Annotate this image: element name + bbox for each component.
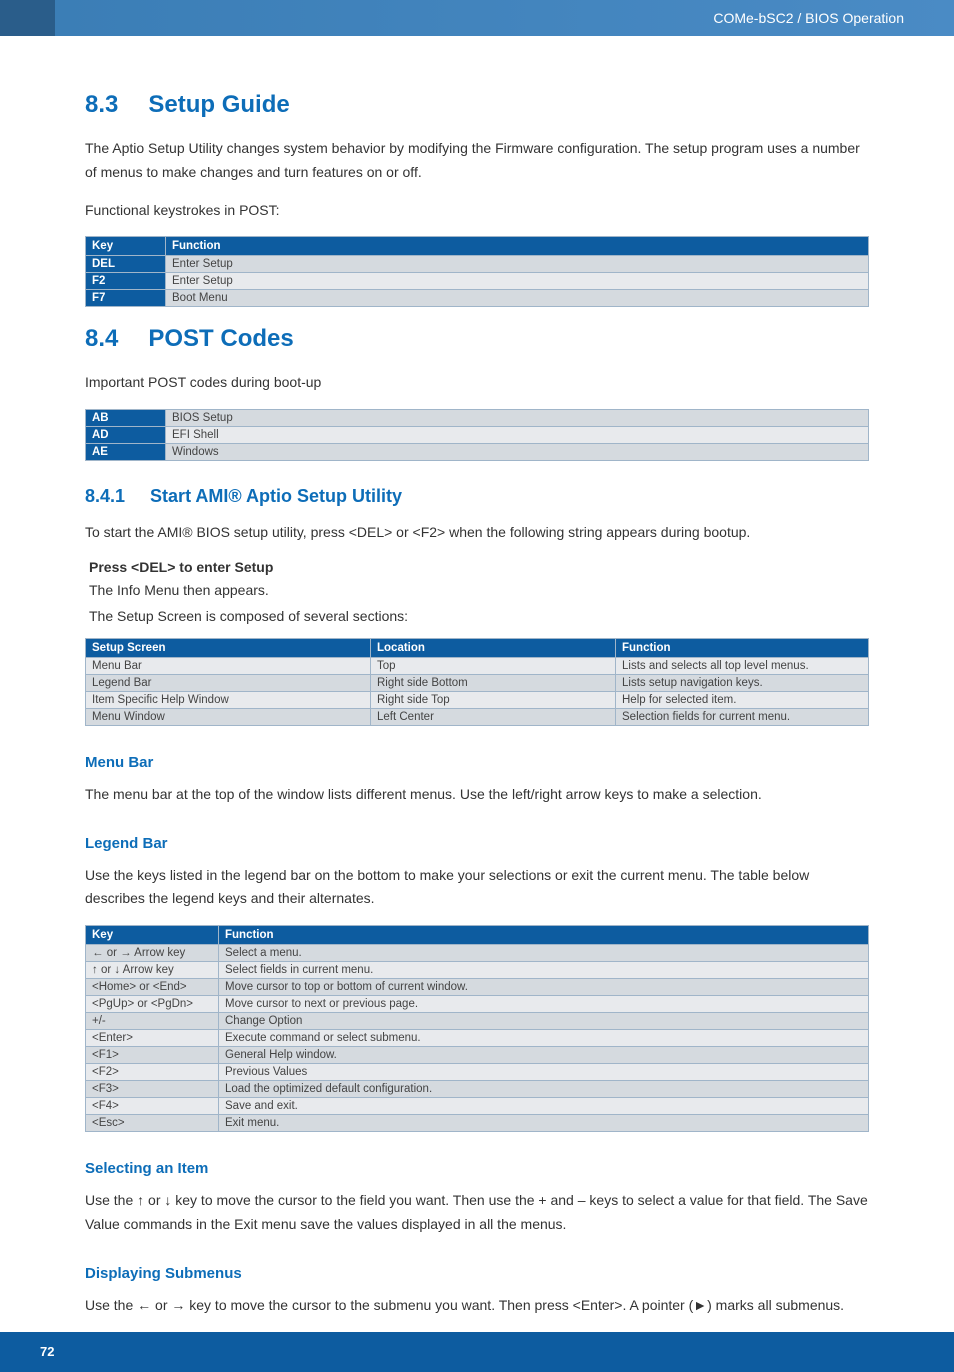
heading-8-3: 8.3 Setup Guide (85, 91, 869, 119)
td: Change Option (219, 1013, 869, 1030)
table-keystrokes: Key Function DELEnter Setup F2Enter Setu… (85, 236, 869, 307)
heading-num: 8.3 (85, 91, 118, 119)
td: Enter Setup (166, 273, 869, 290)
td: Lists and selects all top level menus. (616, 657, 869, 674)
para: Use the ↑ or ↓ key to move the cursor to… (85, 1189, 869, 1237)
th: Location (371, 638, 616, 657)
text: The Setup Screen is composed of several … (89, 605, 869, 627)
heading-num: 8.4 (85, 325, 118, 353)
footer-bar: 72 (0, 1332, 954, 1372)
td: Right side Top (371, 691, 616, 708)
td: Lists setup navigation keys. (616, 674, 869, 691)
para: Important POST codes during boot-up (85, 371, 869, 395)
page-number: 72 (40, 1344, 54, 1359)
td: Menu Bar (86, 657, 371, 674)
td: Load the optimized default configuration… (219, 1081, 869, 1098)
th: Function (166, 237, 869, 256)
td: Legend Bar (86, 674, 371, 691)
td: Selection fields for current menu. (616, 708, 869, 725)
heading-displaying-submenus: Displaying Submenus (85, 1265, 869, 1282)
para: The menu bar at the top of the window li… (85, 783, 869, 807)
td: Enter Setup (166, 256, 869, 273)
td: Top (371, 657, 616, 674)
td: ← or → Arrow key (86, 945, 219, 962)
heading-title: Start AMI® Aptio Setup Utility (150, 486, 402, 506)
td: F7 (86, 290, 166, 307)
para: Functional keystrokes in POST: (85, 199, 869, 223)
heading-title: POST Codes (148, 325, 293, 352)
td: Menu Window (86, 708, 371, 725)
th: Key (86, 237, 166, 256)
heading-menu-bar: Menu Bar (85, 754, 869, 771)
heading-8-4-1: 8.4.1 Start AMI® Aptio Setup Utility (85, 486, 869, 507)
heading-selecting-item: Selecting an Item (85, 1160, 869, 1177)
td: F2 (86, 273, 166, 290)
th: Setup Screen (86, 638, 371, 657)
td: Boot Menu (166, 290, 869, 307)
heading-8-4: 8.4 POST Codes (85, 325, 869, 353)
td: <F1> (86, 1047, 219, 1064)
para: The Aptio Setup Utility changes system b… (85, 137, 869, 185)
td: Help for selected item. (616, 691, 869, 708)
para: Use the keys listed in the legend bar on… (85, 864, 869, 912)
td: Save and exit. (219, 1098, 869, 1115)
para: To start the AMI® BIOS setup utility, pr… (85, 521, 869, 545)
td: <F4> (86, 1098, 219, 1115)
heading-title: Setup Guide (148, 91, 289, 118)
td: EFI Shell (166, 427, 869, 444)
header-left-strip (0, 0, 55, 36)
heading-num: 8.4.1 (85, 486, 125, 507)
td: Exit menu. (219, 1115, 869, 1132)
td: AB (86, 410, 166, 427)
td: <Enter> (86, 1030, 219, 1047)
td: Select fields in current menu. (219, 962, 869, 979)
td: Item Specific Help Window (86, 691, 371, 708)
td: Left Center (371, 708, 616, 725)
td: Execute command or select submenu. (219, 1030, 869, 1047)
heading-legend-bar: Legend Bar (85, 835, 869, 852)
td: Move cursor to next or previous page. (219, 996, 869, 1013)
header-bar: COMe-bSC2 / BIOS Operation (0, 0, 954, 36)
table-post-codes: ABBIOS Setup ADEFI Shell AEWindows (85, 409, 869, 461)
td: +/- (86, 1013, 219, 1030)
td: AE (86, 444, 166, 461)
th: Function (616, 638, 869, 657)
td: <Home> or <End> (86, 979, 219, 996)
td: <PgUp> or <PgDn> (86, 996, 219, 1013)
td: Right side Bottom (371, 674, 616, 691)
td: <F3> (86, 1081, 219, 1098)
td: Previous Values (219, 1064, 869, 1081)
td: DEL (86, 256, 166, 273)
td: BIOS Setup (166, 410, 869, 427)
text: The Info Menu then appears. (89, 579, 869, 601)
td: Move cursor to top or bottom of current … (219, 979, 869, 996)
td: ↑ or ↓ Arrow key (86, 962, 219, 979)
table-legend-keys: Key Function ← or → Arrow keySelect a me… (85, 925, 869, 1132)
td: Windows (166, 444, 869, 461)
th: Key (86, 926, 219, 945)
td: <Esc> (86, 1115, 219, 1132)
content-area: 8.3 Setup Guide The Aptio Setup Utility c… (0, 36, 954, 1372)
td: General Help window. (219, 1047, 869, 1064)
para: Use the ← or → key to move the cursor to… (85, 1294, 869, 1318)
td: <F2> (86, 1064, 219, 1081)
breadcrumb: COMe-bSC2 / BIOS Operation (713, 10, 904, 26)
td: Select a menu. (219, 945, 869, 962)
bold-text: Press <DEL> to enter Setup (89, 559, 869, 575)
th: Function (219, 926, 869, 945)
td: AD (86, 427, 166, 444)
table-setup-screen: Setup Screen Location Function Menu BarT… (85, 638, 869, 726)
